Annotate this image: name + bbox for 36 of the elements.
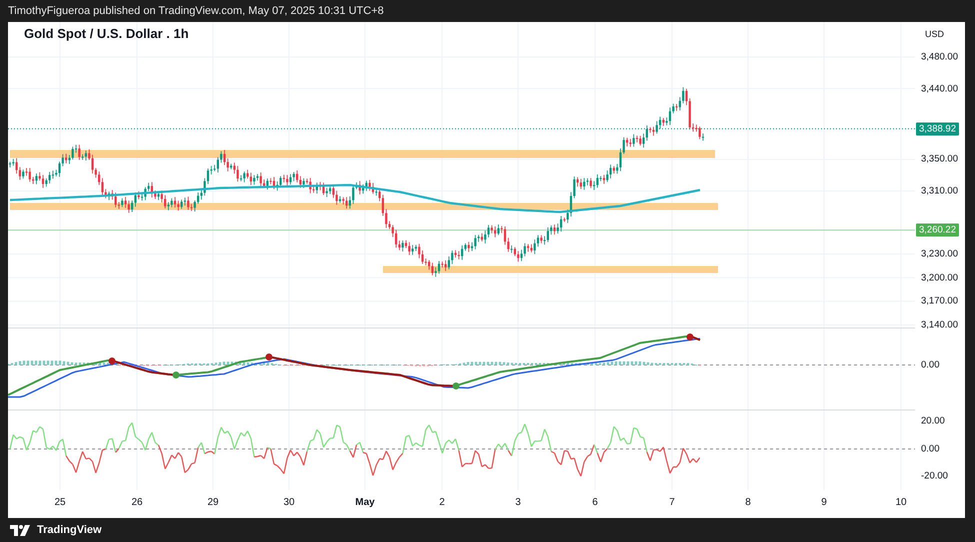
indicator-tick: -20.00	[921, 470, 948, 482]
time-label: 26	[131, 497, 143, 508]
price-label: 3,260.22	[916, 224, 959, 237]
cross-dot	[686, 334, 694, 340]
price-tick: 3,440.00	[921, 83, 958, 94]
brand-name: TradingView	[37, 524, 102, 536]
price-tick: 3,200.00	[921, 272, 958, 284]
price-tick: 3,170.00	[921, 296, 958, 307]
price-tick: 3,140.00	[921, 319, 958, 330]
time-label: 25	[54, 497, 66, 508]
time-label: May	[355, 497, 375, 508]
price-tick: 3,480.00	[921, 52, 958, 62]
chart-title: Gold Spot / U.S. Dollar . 1h	[24, 26, 189, 41]
time-label: 9	[821, 497, 827, 508]
time-label: 10	[895, 497, 907, 508]
time-label: 3	[515, 497, 521, 508]
time-label: 2	[439, 497, 445, 508]
cross-dot	[452, 382, 460, 390]
price-label: 3,388.92	[916, 122, 959, 136]
time-label: 7	[669, 497, 675, 508]
currency-label: USD	[925, 29, 944, 39]
cross-dot	[266, 354, 272, 360]
price-tick: 3,310.00	[921, 185, 958, 196]
time-label: 6	[592, 497, 598, 508]
time-label: 29	[207, 497, 219, 508]
time-label: 8	[745, 497, 751, 508]
cross-dot	[172, 372, 180, 378]
publish-info: TimothyFigueroa published on TradingView.com, May 07, 2025 10:31 UTC+8	[8, 5, 384, 17]
indicator-tick: 0.00	[921, 360, 940, 370]
cross-dot	[108, 358, 116, 364]
indicator-tick: 20.00	[921, 416, 945, 426]
price-tick: 3,350.00	[921, 154, 958, 165]
indicator-tick: 0.00	[921, 444, 940, 454]
time-label: 30	[283, 497, 295, 508]
price-tick: 3,230.00	[921, 248, 958, 260]
logo-icon	[10, 524, 32, 536]
